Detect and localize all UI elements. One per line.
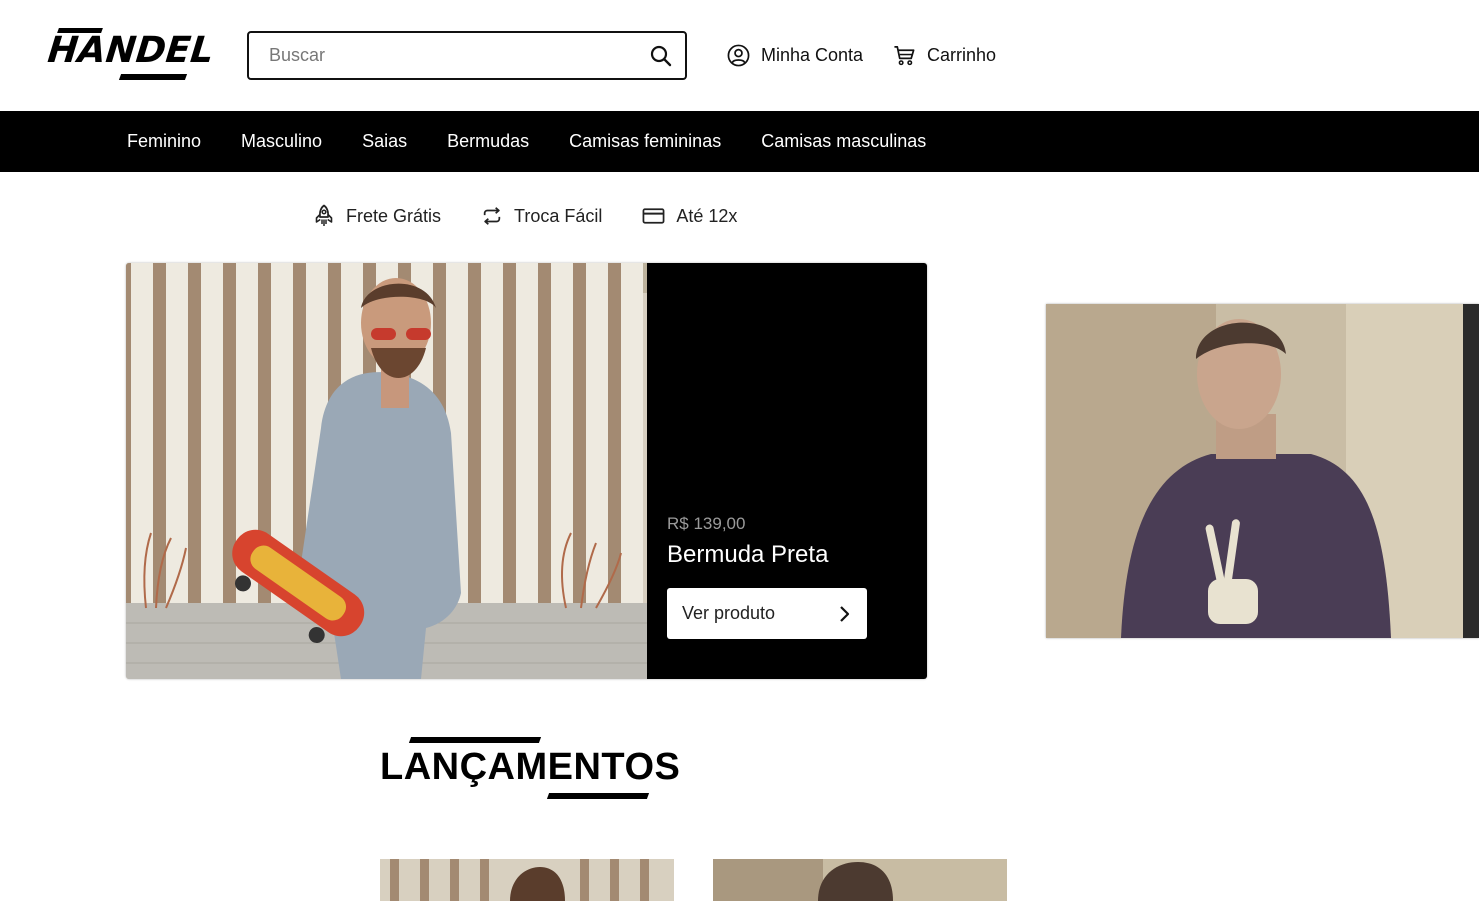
- section-title: LANÇAMENTOS: [380, 737, 681, 799]
- cart-link[interactable]: Carrinho: [893, 44, 996, 67]
- nav-item-bermudas[interactable]: Bermudas: [447, 131, 529, 152]
- nav-item-masculino[interactable]: Masculino: [241, 131, 322, 152]
- search-box: [247, 31, 687, 80]
- product-price: R$ 139,00: [667, 514, 746, 533]
- cart-icon: [894, 46, 915, 66]
- benefit-label: Até 12x: [676, 205, 738, 226]
- nav-item-camisas-femininas[interactable]: Camisas femininas: [569, 131, 721, 152]
- search-input[interactable]: [249, 33, 629, 78]
- nav-item-camisas-masculinas[interactable]: Camisas masculinas: [761, 131, 926, 152]
- benefits-bar: Frete Grátis Troca Fácil Até 12x: [313, 204, 777, 228]
- view-product-label: Ver produto: [682, 603, 776, 623]
- hero-slide[interactable]: R$ 139,00 Bermuda Preta Ver produto: [126, 263, 927, 679]
- benefit-easy-exchange: Troca Fácil: [481, 205, 602, 227]
- site-header: HANDEL Minha Conta Carrinho: [0, 0, 1479, 111]
- product-card-image[interactable]: [713, 859, 1007, 901]
- logo-text: HANDEL: [45, 30, 216, 71]
- title-bar-bottom: [546, 793, 650, 799]
- rocket-icon: [315, 204, 333, 226]
- credit-card-icon: [642, 208, 665, 224]
- cart-label: Carrinho: [927, 45, 997, 65]
- account-link[interactable]: Minha Conta: [727, 44, 863, 67]
- category-nav: Feminino Masculino Saias Bermudas Camisa…: [0, 111, 1479, 172]
- benefit-label: Frete Grátis: [346, 205, 442, 226]
- chevron-right-icon: [840, 605, 850, 622]
- hero-info-panel: R$ 139,00 Bermuda Preta Ver produto: [647, 263, 927, 679]
- product-card-image[interactable]: [380, 859, 674, 901]
- product-name: Bermuda Preta: [667, 541, 829, 568]
- benefit-label: Troca Fácil: [514, 205, 603, 226]
- account-label: Minha Conta: [761, 45, 864, 65]
- nav-item-feminino[interactable]: Feminino: [127, 131, 201, 152]
- exchange-icon: [483, 207, 501, 225]
- user-circle-icon: [727, 44, 750, 67]
- next-slide-preview[interactable]: [1046, 304, 1479, 638]
- section-heading: LANÇAMENTOS: [380, 746, 681, 788]
- logo[interactable]: HANDEL: [46, 28, 216, 84]
- benefit-installments: Até 12x: [642, 206, 737, 227]
- logo-bar-bottom: [118, 74, 188, 80]
- benefit-free-shipping: Frete Grátis: [313, 204, 441, 228]
- hero-product-image: [126, 263, 647, 679]
- view-product-button[interactable]: Ver produto: [667, 588, 867, 639]
- search-icon: [650, 45, 672, 67]
- title-bar-top: [408, 737, 542, 743]
- nav-item-saias[interactable]: Saias: [362, 131, 407, 152]
- next-slide-image: [1046, 304, 1479, 638]
- search-button[interactable]: [649, 44, 673, 68]
